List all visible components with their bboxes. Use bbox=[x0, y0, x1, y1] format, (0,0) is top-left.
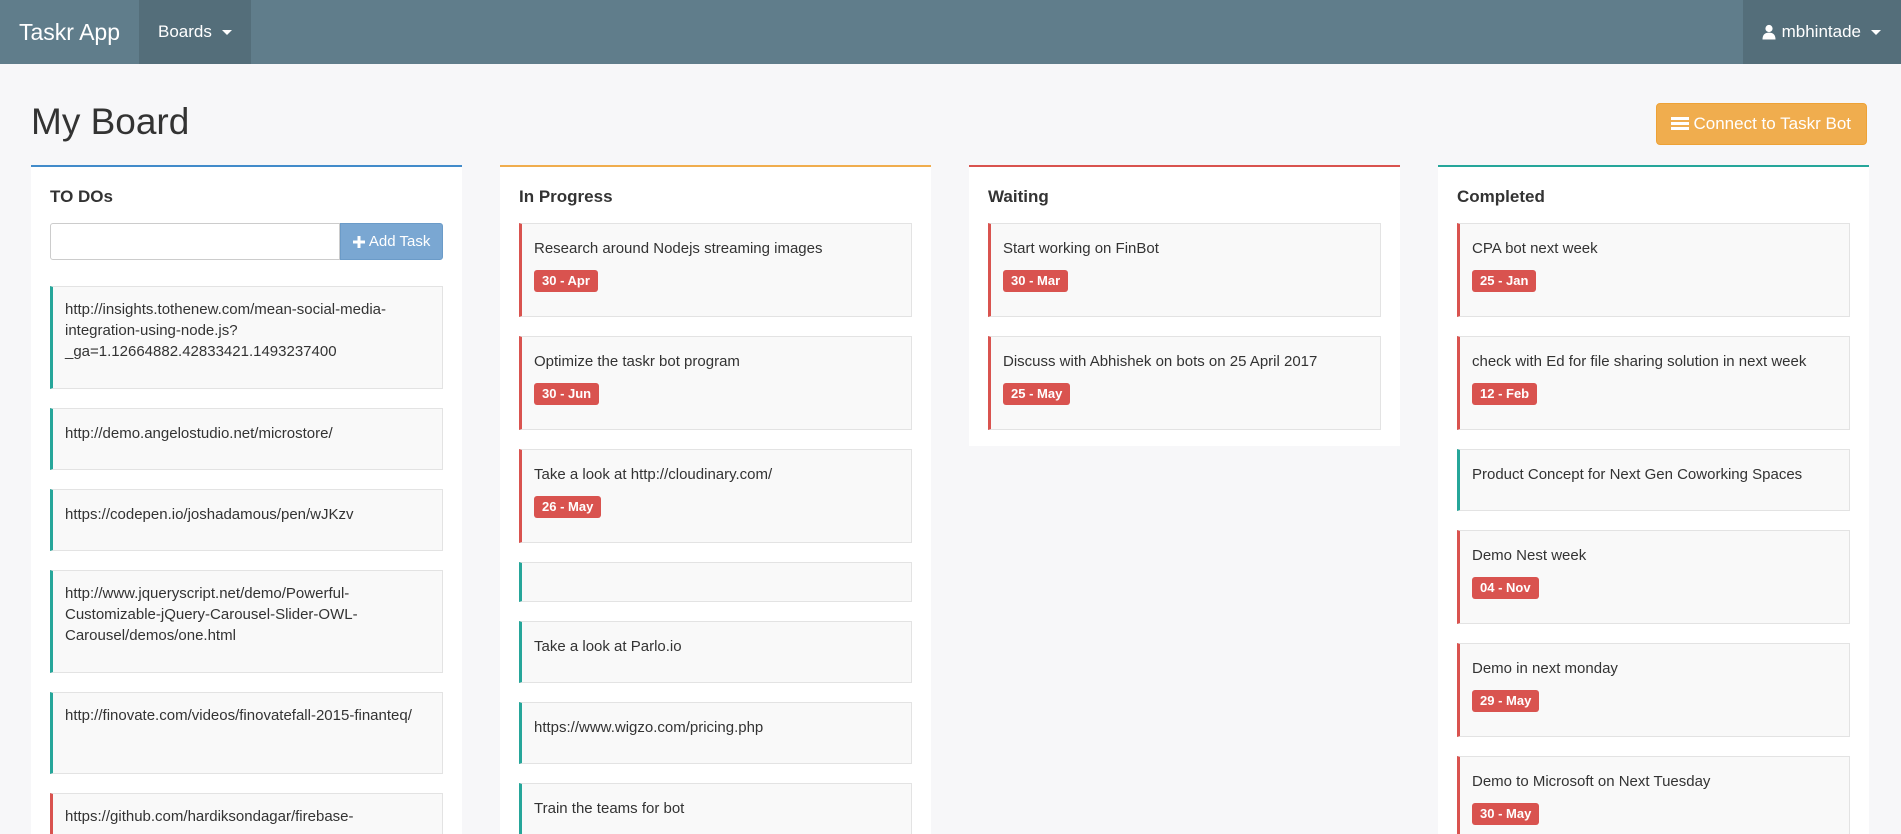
task-text: check with Ed for file sharing solution … bbox=[1472, 353, 1807, 370]
add-task-label: Add Task bbox=[368, 233, 431, 250]
task-card[interactable]: CPA bot next week 25 - Jan bbox=[1457, 223, 1850, 317]
plus-icon bbox=[352, 235, 365, 248]
task-card[interactable]: https://github.com/hardiksondagar/fireba… bbox=[50, 793, 443, 834]
top-navbar: Taskr App Boards mbhintade bbox=[0, 0, 1901, 64]
connect-bot-label: Connect to Taskr Bot bbox=[1693, 113, 1852, 133]
task-card[interactable]: https://www.wigzo.com/pricing.php bbox=[519, 702, 912, 764]
task-text: Demo in next monday bbox=[1472, 660, 1618, 677]
task-card[interactable]: check with Ed for file sharing solution … bbox=[1457, 336, 1850, 430]
column-in-progress: In Progress Research around Nodejs strea… bbox=[500, 165, 931, 834]
task-text: Demo Nest week bbox=[1472, 547, 1587, 564]
task-text: Discuss with Abhishek on bots on 25 Apri… bbox=[1003, 353, 1318, 370]
task-card[interactable]: Optimize the taskr bot program 30 - Jun bbox=[519, 336, 912, 430]
column-title: TO DOs bbox=[50, 187, 113, 206]
main-content: My Board Connect to Taskr Bot TO DOs Add… bbox=[0, 64, 1901, 834]
boards-dropdown[interactable]: Boards bbox=[139, 0, 251, 64]
column-completed: Completed CPA bot next week 25 - Jan che… bbox=[1438, 165, 1869, 834]
boards-label: Boards bbox=[158, 22, 212, 41]
user-label: mbhintade bbox=[1781, 22, 1861, 41]
task-text: http://demo.angelostudio.net/microstore/ bbox=[65, 425, 333, 442]
navbar-right: mbhintade bbox=[1742, 0, 1901, 64]
task-text: http://www.jqueryscript.net/demo/Powerfu… bbox=[65, 585, 358, 644]
column-title: Waiting bbox=[988, 187, 1049, 206]
column-title: In Progress bbox=[519, 187, 613, 206]
task-text: Take a look at http://cloudinary.com/ bbox=[534, 466, 773, 483]
board-columns: TO DOs Add Task http://insights.tothenew… bbox=[31, 165, 1870, 834]
task-card[interactable]: http://insights.tothenew.com/mean-social… bbox=[50, 286, 443, 389]
task-text: Demo to Microsoft on Next Tuesday bbox=[1472, 773, 1711, 790]
caret-down-icon bbox=[1871, 29, 1881, 35]
page-title: My Board bbox=[31, 100, 190, 142]
task-card[interactable]: Demo Nest week 04 - Nov bbox=[1457, 530, 1850, 624]
task-card[interactable]: Take a look at Parlo.io bbox=[519, 621, 912, 683]
due-date-badge: 30 - May bbox=[1472, 803, 1540, 825]
due-date-badge: 30 - Apr bbox=[534, 270, 598, 292]
column-waiting: Waiting Start working on FinBot 30 - Mar… bbox=[969, 165, 1400, 446]
due-date-badge: 30 - Jun bbox=[534, 383, 600, 405]
column-title: Completed bbox=[1457, 187, 1545, 206]
task-text: Product Concept for Next Gen Coworking S… bbox=[1472, 466, 1803, 483]
page-header: My Board Connect to Taskr Bot bbox=[31, 64, 1870, 165]
new-task-input[interactable] bbox=[50, 223, 341, 260]
due-date-badge: 30 - Mar bbox=[1003, 270, 1069, 292]
task-text: http://finovate.com/videos/finovatefall-… bbox=[65, 707, 412, 724]
due-date-badge: 25 - May bbox=[1003, 383, 1071, 405]
column-todo: TO DOs Add Task http://insights.tothenew… bbox=[31, 165, 462, 834]
task-card[interactable]: Research around Nodejs streaming images … bbox=[519, 223, 912, 317]
task-card[interactable]: Train the teams for bot bbox=[519, 783, 912, 834]
due-date-badge: 25 - Jan bbox=[1472, 270, 1537, 292]
task-text: Start working on FinBot bbox=[1003, 240, 1159, 257]
task-card[interactable]: http://demo.angelostudio.net/microstore/ bbox=[50, 408, 443, 470]
task-card-empty[interactable] bbox=[519, 562, 912, 602]
task-text: Take a look at Parlo.io bbox=[534, 638, 682, 655]
task-text: https://www.wigzo.com/pricing.php bbox=[534, 719, 764, 736]
due-date-badge: 12 - Feb bbox=[1472, 383, 1538, 405]
add-task-button[interactable]: Add Task bbox=[340, 223, 443, 260]
user-dropdown[interactable]: mbhintade bbox=[1742, 0, 1901, 64]
task-text: CPA bot next week bbox=[1472, 240, 1598, 257]
bars-icon bbox=[1670, 116, 1689, 130]
navbar-left: Taskr App Boards bbox=[0, 0, 251, 64]
add-task-row: Add Task bbox=[50, 223, 443, 260]
brand-link[interactable]: Taskr App bbox=[0, 0, 139, 64]
task-card[interactable]: http://www.jqueryscript.net/demo/Powerfu… bbox=[50, 570, 443, 673]
task-card[interactable]: Demo in next monday 29 - May bbox=[1457, 643, 1850, 737]
due-date-badge: 26 - May bbox=[534, 496, 602, 518]
task-card[interactable]: http://finovate.com/videos/finovatefall-… bbox=[50, 692, 443, 774]
due-date-badge: 04 - Nov bbox=[1472, 577, 1539, 599]
task-text: https://codepen.io/joshadamous/pen/wJKzv bbox=[65, 506, 354, 523]
user-icon bbox=[1762, 24, 1776, 40]
task-card[interactable]: https://codepen.io/joshadamous/pen/wJKzv bbox=[50, 489, 443, 551]
due-date-badge: 29 - May bbox=[1472, 690, 1540, 712]
task-text: Research around Nodejs streaming images bbox=[534, 240, 823, 257]
task-text: https://github.com/hardiksondagar/fireba… bbox=[65, 808, 354, 825]
task-card[interactable]: Start working on FinBot 30 - Mar bbox=[988, 223, 1381, 317]
task-text: Train the teams for bot bbox=[534, 800, 685, 817]
task-card[interactable]: Take a look at http://cloudinary.com/ 26… bbox=[519, 449, 912, 543]
task-card[interactable]: Product Concept for Next Gen Coworking S… bbox=[1457, 449, 1850, 511]
task-card[interactable]: Discuss with Abhishek on bots on 25 Apri… bbox=[988, 336, 1381, 430]
caret-down-icon bbox=[221, 29, 232, 35]
task-card[interactable]: Demo to Microsoft on Next Tuesday 30 - M… bbox=[1457, 756, 1850, 834]
task-text: Optimize the taskr bot program bbox=[534, 353, 740, 370]
task-text: http://insights.tothenew.com/mean-social… bbox=[65, 301, 386, 360]
connect-bot-button[interactable]: Connect to Taskr Bot bbox=[1655, 102, 1867, 145]
